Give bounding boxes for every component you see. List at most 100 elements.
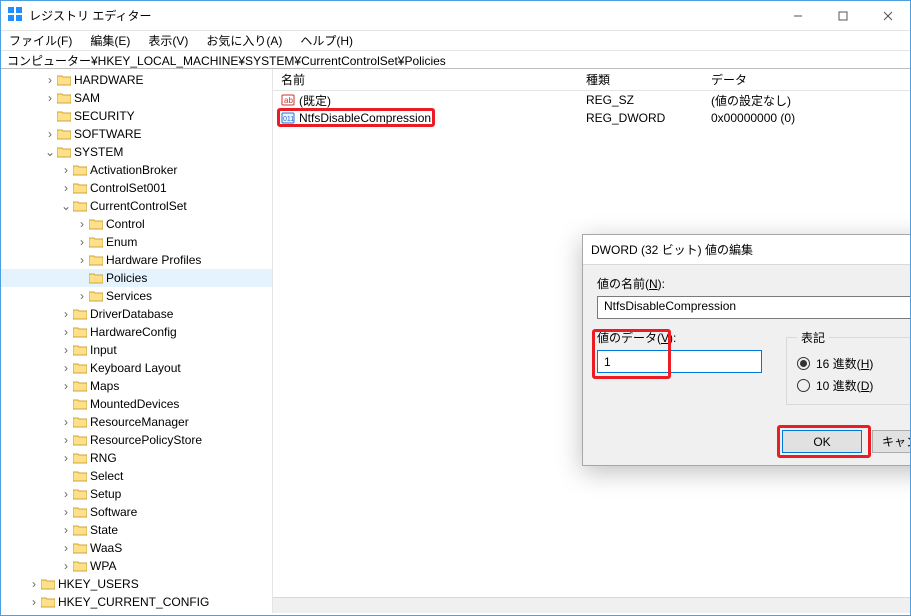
string-value-icon: ab	[281, 93, 295, 107]
tree-node-activationbroker[interactable]: ›ActivationBroker	[1, 161, 272, 179]
tree-pane: ›HARDWARE ›SAM SECURITY ›SOFTWARE ⌄SYSTE…	[1, 69, 273, 613]
tree-node-software[interactable]: ›SOFTWARE	[1, 125, 272, 143]
dialog-title: DWORD (32 ビット) 値の編集	[591, 241, 753, 258]
col-name[interactable]: 名前	[273, 71, 578, 88]
value-data: 0x00000000 (0)	[703, 111, 910, 125]
value-name-field[interactable]: NtfsDisableCompression	[597, 296, 910, 319]
cancel-button[interactable]: キャンセル	[872, 430, 910, 453]
horizontal-scrollbar[interactable]	[273, 597, 910, 613]
tree-label: Hardware Profiles	[106, 253, 201, 267]
tree-node-control[interactable]: ›Control	[1, 215, 272, 233]
tree-node-mounteddevices[interactable]: MountedDevices	[1, 395, 272, 413]
tree-node-hkeyusers[interactable]: ›HKEY_USERS	[1, 575, 272, 593]
tree-node-sam[interactable]: ›SAM	[1, 89, 272, 107]
tree-label: HardwareConfig	[90, 325, 177, 339]
tree-node-waas[interactable]: ›WaaS	[1, 539, 272, 557]
tree-label: SOFTWARE	[74, 127, 142, 141]
menu-favorites[interactable]: お気に入り(A)	[204, 32, 284, 49]
close-button[interactable]	[865, 1, 910, 31]
radio-icon	[797, 357, 810, 370]
tree-label: RNG	[90, 451, 117, 465]
tree-label: Maps	[90, 379, 119, 393]
tree-node-rng[interactable]: ›RNG	[1, 449, 272, 467]
value-name-label: 値の名前(N):	[597, 275, 910, 292]
menu-view[interactable]: 表示(V)	[146, 32, 190, 49]
titlebar: レジストリ エディター	[1, 1, 910, 31]
tree-label: DriverDatabase	[90, 307, 173, 321]
tree-node-setup[interactable]: ›Setup	[1, 485, 272, 503]
tree-node-policies[interactable]: Policies	[1, 269, 272, 287]
tree-node-hardware[interactable]: ›HARDWARE	[1, 71, 272, 89]
tree-label: ControlSet001	[90, 181, 167, 195]
maximize-button[interactable]	[820, 1, 865, 31]
tree-node-driverdatabase[interactable]: ›DriverDatabase	[1, 305, 272, 323]
tree-node-currentcontrolset[interactable]: ⌄CurrentControlSet	[1, 197, 272, 215]
tree-node-hkeycurrentconfig[interactable]: ›HKEY_CURRENT_CONFIG	[1, 593, 272, 611]
tree-label: Software	[90, 505, 137, 519]
tree-node-controlset001[interactable]: ›ControlSet001	[1, 179, 272, 197]
radix-legend: 表記	[797, 329, 829, 346]
address-bar[interactable]: コンピューター¥HKEY_LOCAL_MACHINE¥SYSTEM¥Curren…	[1, 51, 910, 69]
list-row[interactable]: ab (既定) REG_SZ (値の設定なし)	[273, 91, 910, 109]
value-type: REG_DWORD	[578, 111, 703, 125]
list-row[interactable]: 011 NtfsDisableCompression REG_DWORD 0x0…	[273, 109, 910, 127]
tree-node-hardwareprofiles[interactable]: ›Hardware Profiles	[1, 251, 272, 269]
tree-label: SYSTEM	[74, 145, 123, 159]
tree-node-maps[interactable]: ›Maps	[1, 377, 272, 395]
tree-label: CurrentControlSet	[90, 199, 187, 213]
tree-node-select[interactable]: Select	[1, 467, 272, 485]
menubar: ファイル(F) 編集(E) 表示(V) お気に入り(A) ヘルプ(H)	[1, 31, 910, 51]
tree-label: SECURITY	[74, 109, 135, 123]
tree-node-security[interactable]: SECURITY	[1, 107, 272, 125]
tree-node-hardwareconfig[interactable]: ›HardwareConfig	[1, 323, 272, 341]
tree-label: SAM	[74, 91, 100, 105]
tree-label: Setup	[90, 487, 121, 501]
window-controls	[775, 1, 910, 31]
col-data[interactable]: データ	[703, 71, 910, 88]
tree-label: WPA	[90, 559, 116, 573]
menu-help[interactable]: ヘルプ(H)	[298, 32, 355, 49]
tree-label: HKEY_CURRENT_CONFIG	[58, 595, 209, 609]
svg-text:ab: ab	[284, 96, 293, 105]
tree-label: Services	[106, 289, 152, 303]
value-name: (既定)	[299, 92, 331, 109]
tree-node-system[interactable]: ⌄SYSTEM	[1, 143, 272, 161]
menu-edit[interactable]: 編集(E)	[88, 32, 132, 49]
tree-label: WaaS	[90, 541, 122, 555]
tree-label: ResourcePolicyStore	[90, 433, 202, 447]
list-header: 名前 種類 データ	[273, 69, 910, 91]
radio-icon	[797, 379, 810, 392]
tree-label: Keyboard Layout	[90, 361, 181, 375]
dialog-titlebar[interactable]: DWORD (32 ビット) 値の編集	[583, 235, 910, 265]
edit-dword-dialog: DWORD (32 ビット) 値の編集 値の名前(N): NtfsDisable…	[582, 234, 910, 466]
tree-node-enum[interactable]: ›Enum	[1, 233, 272, 251]
tree-node-resourcepolicystore[interactable]: ›ResourcePolicyStore	[1, 431, 272, 449]
value-name: NtfsDisableCompression	[299, 111, 431, 125]
tree-label: Input	[90, 343, 117, 357]
tree-label: Control	[106, 217, 145, 231]
ok-button[interactable]: OK	[782, 430, 862, 453]
col-type[interactable]: 種類	[578, 71, 703, 88]
radix-dec-label: 10 進数(D)	[816, 377, 873, 394]
value-data: (値の設定なし)	[703, 92, 910, 109]
radix-hex-option[interactable]: 16 進数(H)	[797, 352, 910, 374]
radix-group: 表記 16 進数(H) 10 進数(D)	[786, 329, 910, 405]
tree-label: State	[90, 523, 118, 537]
value-data-input[interactable]	[597, 350, 762, 373]
tree-node-services[interactable]: ›Services	[1, 287, 272, 305]
tree-label: HARDWARE	[74, 73, 144, 87]
list-pane: 名前 種類 データ ab (既定) REG_SZ (値の設定なし) 011 Nt…	[273, 69, 910, 613]
tree-node-resourcemanager[interactable]: ›ResourceManager	[1, 413, 272, 431]
tree-node-state[interactable]: ›State	[1, 521, 272, 539]
minimize-button[interactable]	[775, 1, 820, 31]
tree-label: ActivationBroker	[90, 163, 177, 177]
tree-node-keyboardlayout[interactable]: ›Keyboard Layout	[1, 359, 272, 377]
tree-node-input[interactable]: ›Input	[1, 341, 272, 359]
value-type: REG_SZ	[578, 93, 703, 107]
radix-dec-option[interactable]: 10 進数(D)	[797, 374, 910, 396]
tree-node-softwarelc[interactable]: ›Software	[1, 503, 272, 521]
tree-label: HKEY_USERS	[58, 577, 139, 591]
app-icon	[7, 6, 23, 25]
tree-node-wpa[interactable]: ›WPA	[1, 557, 272, 575]
menu-file[interactable]: ファイル(F)	[7, 32, 74, 49]
